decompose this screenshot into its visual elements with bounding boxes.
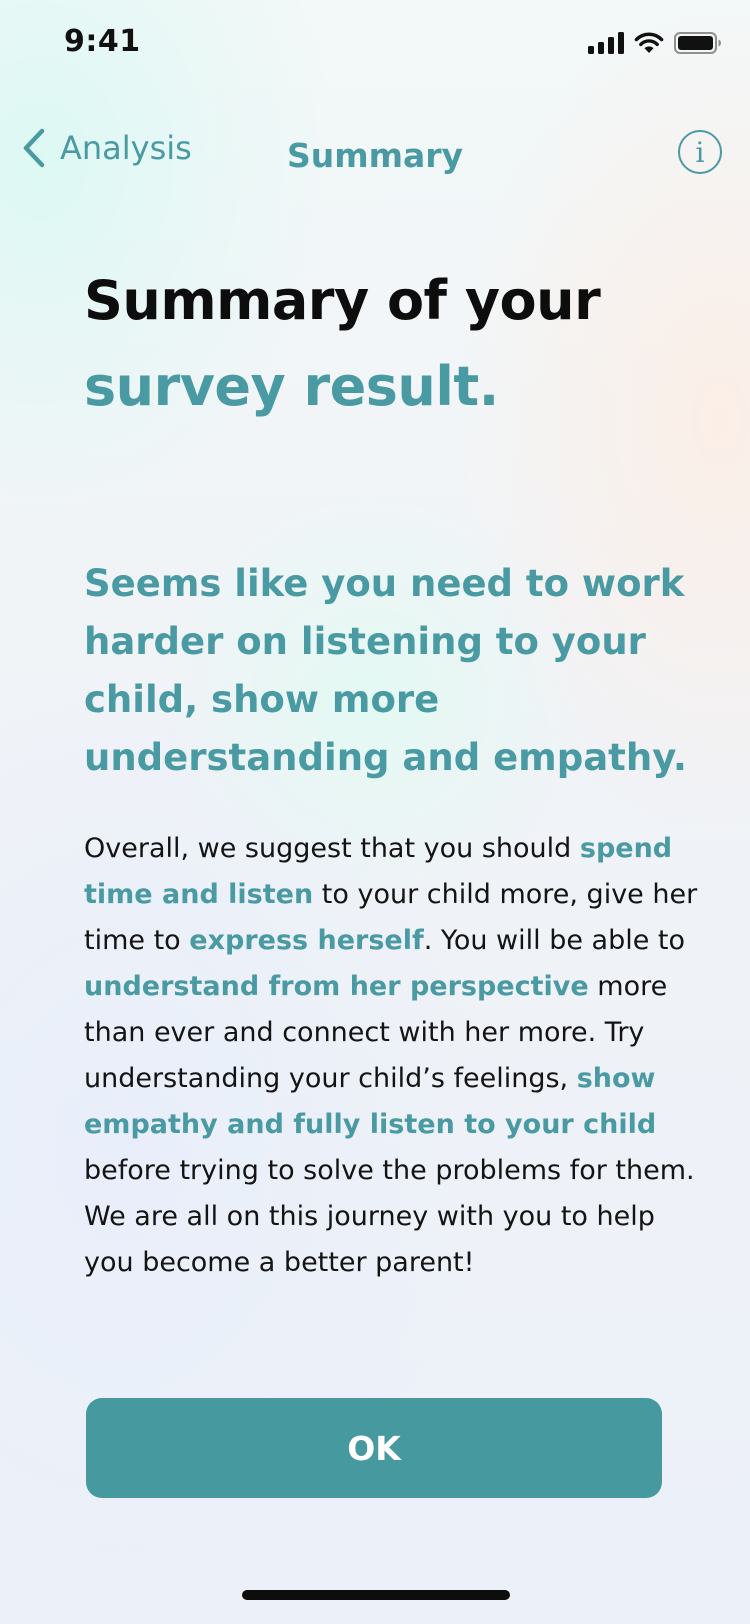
headline-line-2: survey result. [84, 355, 499, 418]
body-highlight: understand from her perspective [84, 971, 589, 1002]
home-indicator [242, 1590, 510, 1600]
status-icons [588, 32, 722, 54]
body-highlight: express herself [189, 925, 424, 956]
status-time: 9:41 [64, 24, 141, 59]
cellular-signal-icon [588, 32, 624, 54]
summary-body: Overall, we suggest that you should spen… [84, 826, 709, 1286]
ok-button[interactable]: OK [86, 1398, 662, 1498]
body-text-segment: Overall, we suggest that you should [84, 833, 580, 864]
page-title: Summary [286, 136, 464, 175]
headline: Summary of your survey result. [84, 258, 704, 430]
info-icon: i [695, 135, 705, 169]
body-text-segment: before trying to solve the problems for … [84, 1155, 695, 1278]
summary-subheading: Seems like you need to work harder on li… [84, 562, 687, 779]
battery-icon [674, 32, 721, 54]
body-text-segment: . You will be able to [423, 925, 686, 956]
headline-line-1: Summary of your [84, 269, 601, 332]
wifi-icon [634, 32, 664, 53]
info-button[interactable]: i [678, 130, 722, 174]
